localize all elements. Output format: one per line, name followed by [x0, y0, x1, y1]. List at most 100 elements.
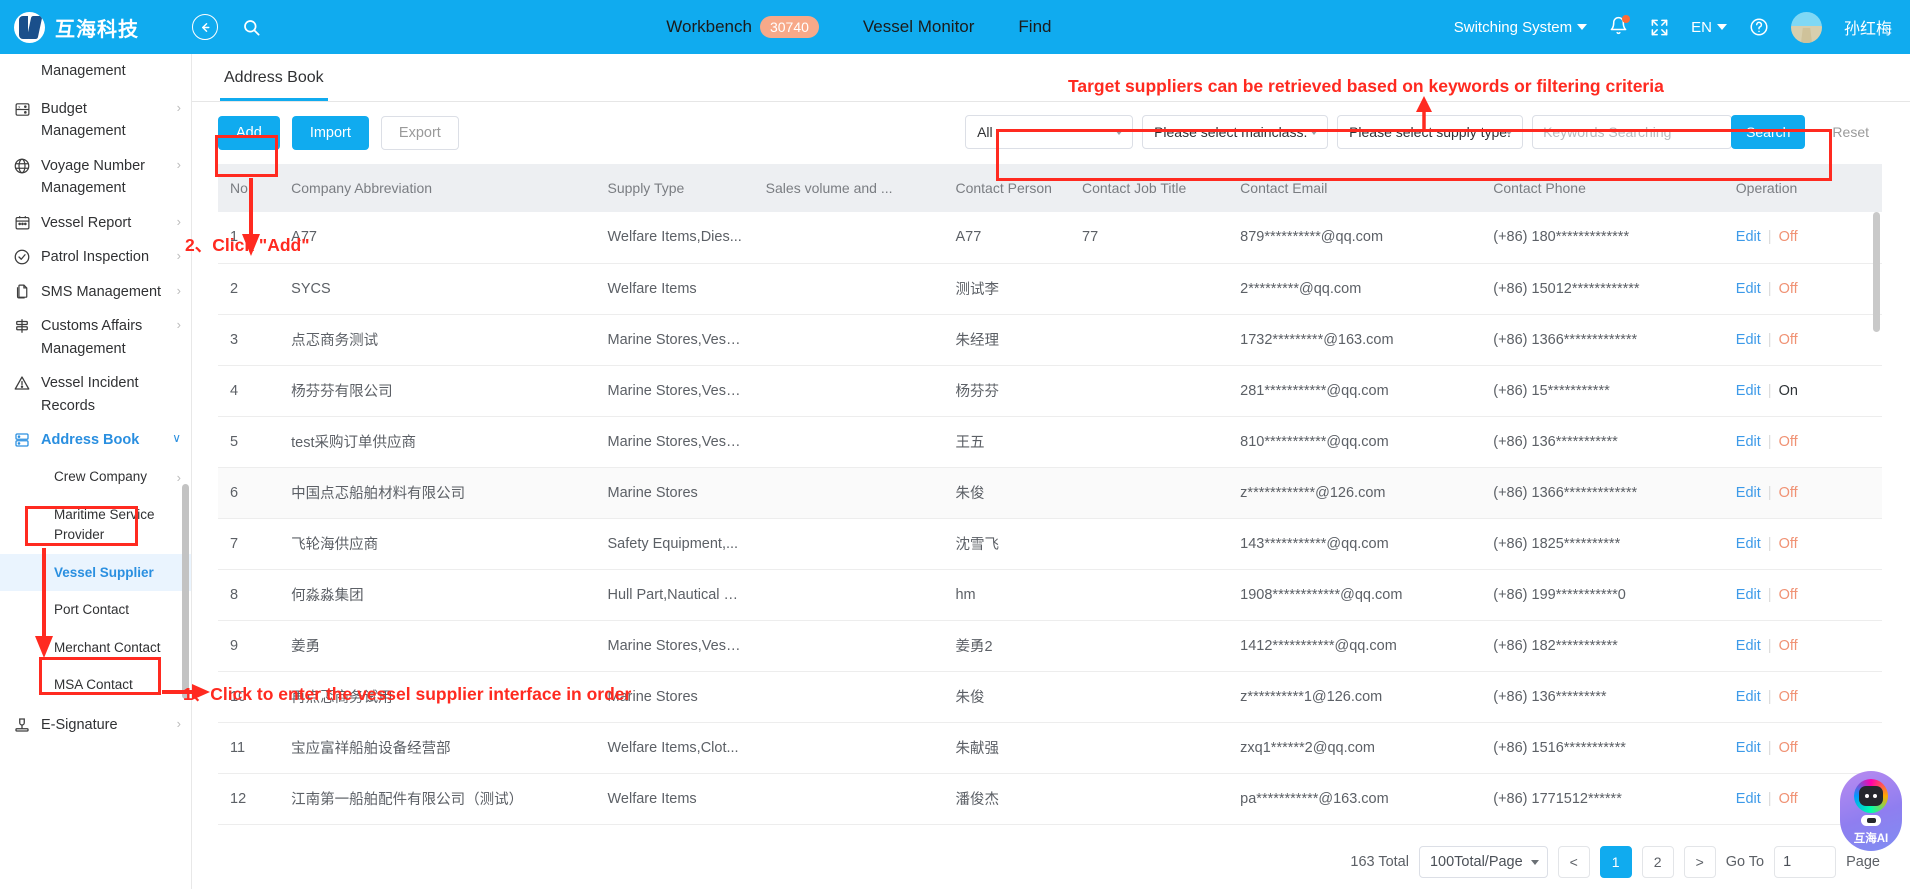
status-toggle[interactable]: Off — [1779, 485, 1798, 501]
language-switcher[interactable]: EN — [1691, 19, 1727, 36]
table-row[interactable]: 3 点忑商务测试 Marine Stores,Vess... 朱经理 1732*… — [218, 314, 1882, 366]
cell-phone: (+86) 1771512****** — [1481, 773, 1724, 825]
sidebar-item-vessel-report[interactable]: Vessel Report › — [0, 206, 191, 240]
status-toggle[interactable]: Off — [1779, 587, 1798, 603]
goto-page-input[interactable] — [1774, 846, 1837, 878]
sidebar-item-port-contact[interactable]: Port Contact — [0, 591, 191, 629]
select-all-dropdown[interactable]: All — [965, 115, 1134, 149]
sidebar-item-msa-contact[interactable]: MSA Contact — [0, 666, 191, 704]
cell-job — [1070, 620, 1229, 672]
table-row[interactable]: 2 SYCS Welfare Items 测试李 2*********@qq.c… — [218, 263, 1882, 315]
table-row[interactable]: 4 杨芬芬有限公司 Marine Stores,Vess... 杨芬芬 281*… — [218, 365, 1882, 417]
table-scrollbar[interactable] — [1873, 212, 1880, 332]
brand[interactable]: 互海科技 — [0, 11, 176, 43]
cell-phone: (+86) 1366************* — [1481, 314, 1724, 366]
next-page-button[interactable]: > — [1683, 846, 1716, 878]
sidebar-item-address-book[interactable]: Address Book ∨ — [0, 423, 191, 457]
status-toggle[interactable]: Off — [1779, 281, 1798, 297]
page-size-dropdown[interactable]: 100Total/Page — [1418, 846, 1548, 878]
table-body: 1 A77 Welfare Items,Dies... A77 77 879**… — [218, 212, 1882, 825]
sidebar-item-crew-company[interactable]: Crew Company › — [0, 458, 191, 497]
status-toggle[interactable]: Off — [1779, 689, 1798, 705]
table-row[interactable]: 10 再点忑商务试用 Marine Stores 朱俊 z**********1… — [218, 671, 1882, 723]
search-icon[interactable] — [238, 14, 264, 40]
add-button[interactable]: Add — [218, 116, 280, 150]
reset-button[interactable]: Reset — [1819, 115, 1882, 149]
cell-job — [1070, 773, 1229, 825]
sidebar-item-maritime-service-provider[interactable]: Maritime Service Provider — [0, 496, 191, 553]
sidebar-item-budget-management[interactable]: x Budget Management › — [0, 92, 191, 149]
col-contact-phone: Contact Phone — [1481, 164, 1724, 212]
cell-person: A77 — [943, 212, 1070, 264]
customs-icon — [12, 316, 32, 336]
sidebar-item-management-partial[interactable]: Management — [0, 58, 191, 92]
tab-address-book[interactable]: Address Book — [220, 69, 328, 101]
status-toggle[interactable]: Off — [1779, 638, 1798, 654]
edit-link[interactable]: Edit — [1736, 485, 1761, 501]
sidebar-label-address-book: Address Book — [41, 432, 140, 449]
sidebar: Management x Budget Management › Voyage … — [0, 54, 192, 889]
sidebar-item-e-signature[interactable]: E-Signature › — [0, 708, 191, 742]
fullscreen-button[interactable] — [1650, 18, 1669, 37]
sidebar-item-vessel-supplier[interactable]: Vessel Supplier — [0, 553, 191, 592]
search-button[interactable]: Search — [1731, 115, 1806, 149]
back-arrow-icon[interactable] — [192, 14, 218, 40]
table-row[interactable]: 5 test采购订单供应商 Marine Stores,Vess... 王五 8… — [218, 416, 1882, 468]
select-supply-type-dropdown[interactable]: Please select supply type. — [1337, 115, 1524, 149]
select-mainclass-dropdown[interactable]: Please select mainclass. — [1142, 115, 1329, 149]
status-toggle[interactable]: Off — [1779, 434, 1798, 450]
table-row[interactable]: 11 宝应富祥船舶设备经营部 Welfare Items,Clot... 朱献强… — [218, 722, 1882, 774]
edit-link[interactable]: Edit — [1736, 791, 1761, 807]
status-toggle[interactable]: Off — [1779, 332, 1798, 348]
nav-item-find[interactable]: Find — [1018, 17, 1051, 37]
avatar[interactable] — [1790, 11, 1822, 43]
sidebar-item-merchant-contact[interactable]: Merchant Contact — [0, 629, 191, 667]
status-toggle[interactable]: Off — [1779, 740, 1798, 756]
page-button-2[interactable]: 2 — [1641, 846, 1674, 878]
edit-link[interactable]: Edit — [1736, 332, 1761, 348]
page-button-1[interactable]: 1 — [1599, 846, 1632, 878]
edit-link[interactable]: Edit — [1736, 434, 1761, 450]
export-button[interactable]: Export — [380, 116, 459, 150]
edit-link[interactable]: Edit — [1736, 689, 1761, 705]
col-supply-type: Supply Type — [595, 164, 754, 212]
help-button[interactable] — [1749, 17, 1769, 37]
search-input[interactable] — [1532, 115, 1733, 149]
status-toggle[interactable]: Off — [1779, 536, 1798, 552]
table-row[interactable]: 9 姜勇 Marine Stores,Vess... 姜勇2 1412*****… — [218, 620, 1882, 672]
table-row[interactable]: 12 江南第一船舶配件有限公司（测试） Welfare Items 潘俊杰 pa… — [218, 773, 1882, 825]
edit-link[interactable]: Edit — [1736, 383, 1761, 399]
edit-link[interactable]: Edit — [1736, 229, 1761, 245]
notifications-button[interactable] — [1609, 14, 1631, 39]
switching-system-button[interactable]: Switching System — [1454, 19, 1588, 36]
status-toggle[interactable]: Off — [1779, 791, 1798, 807]
user-name[interactable]: 孙红梅 — [1844, 15, 1892, 39]
prev-page-button[interactable]: < — [1557, 846, 1590, 878]
nav-item-workbench[interactable]: Workbench 30740 — [666, 15, 819, 39]
table-row[interactable]: 6 中国点忑船舶材料有限公司 Marine Stores 朱俊 z*******… — [218, 467, 1882, 519]
sidebar-scrollbar[interactable] — [182, 484, 189, 699]
table-row[interactable]: 1 A77 Welfare Items,Dies... A77 77 879**… — [218, 212, 1882, 264]
edit-link[interactable]: Edit — [1736, 587, 1761, 603]
sidebar-item-sms-management[interactable]: SMS Management › — [0, 275, 191, 309]
sidebar-item-voyage-number-management[interactable]: Voyage Number Management › — [0, 149, 191, 206]
nav-item-vessel-monitor[interactable]: Vessel Monitor — [863, 17, 975, 37]
table-row[interactable]: 8 何淼淼集团 Hull Part,Nautical C... hm 1908*… — [218, 569, 1882, 621]
edit-link[interactable]: Edit — [1736, 638, 1761, 654]
table-row[interactable]: 7 飞轮海供应商 Safety Equipment,... 沈雪飞 143***… — [218, 518, 1882, 570]
cell-person: 王五 — [943, 416, 1070, 468]
edit-link[interactable]: Edit — [1736, 536, 1761, 552]
sidebar-item-vessel-incident-records[interactable]: Vessel Incident Records — [0, 366, 191, 423]
edit-link[interactable]: Edit — [1736, 740, 1761, 756]
cell-phone: (+86) 182*********** — [1481, 620, 1724, 672]
status-toggle[interactable]: Off — [1779, 229, 1798, 245]
sidebar-label-vessel-supplier: Vessel Supplier — [54, 564, 154, 580]
sidebar-item-patrol-inspection[interactable]: Patrol Inspection › — [0, 240, 191, 274]
ai-assistant-button[interactable]: 互海AI — [1840, 771, 1902, 851]
import-button[interactable]: Import — [291, 116, 369, 150]
edit-link[interactable]: Edit — [1736, 281, 1761, 297]
cell-operation: Edit | Off — [1723, 314, 1882, 366]
sidebar-item-customs-affairs-management[interactable]: Customs Affairs Management › — [0, 309, 191, 366]
status-toggle[interactable]: On — [1779, 383, 1798, 399]
cell-no: 9 — [218, 620, 280, 672]
